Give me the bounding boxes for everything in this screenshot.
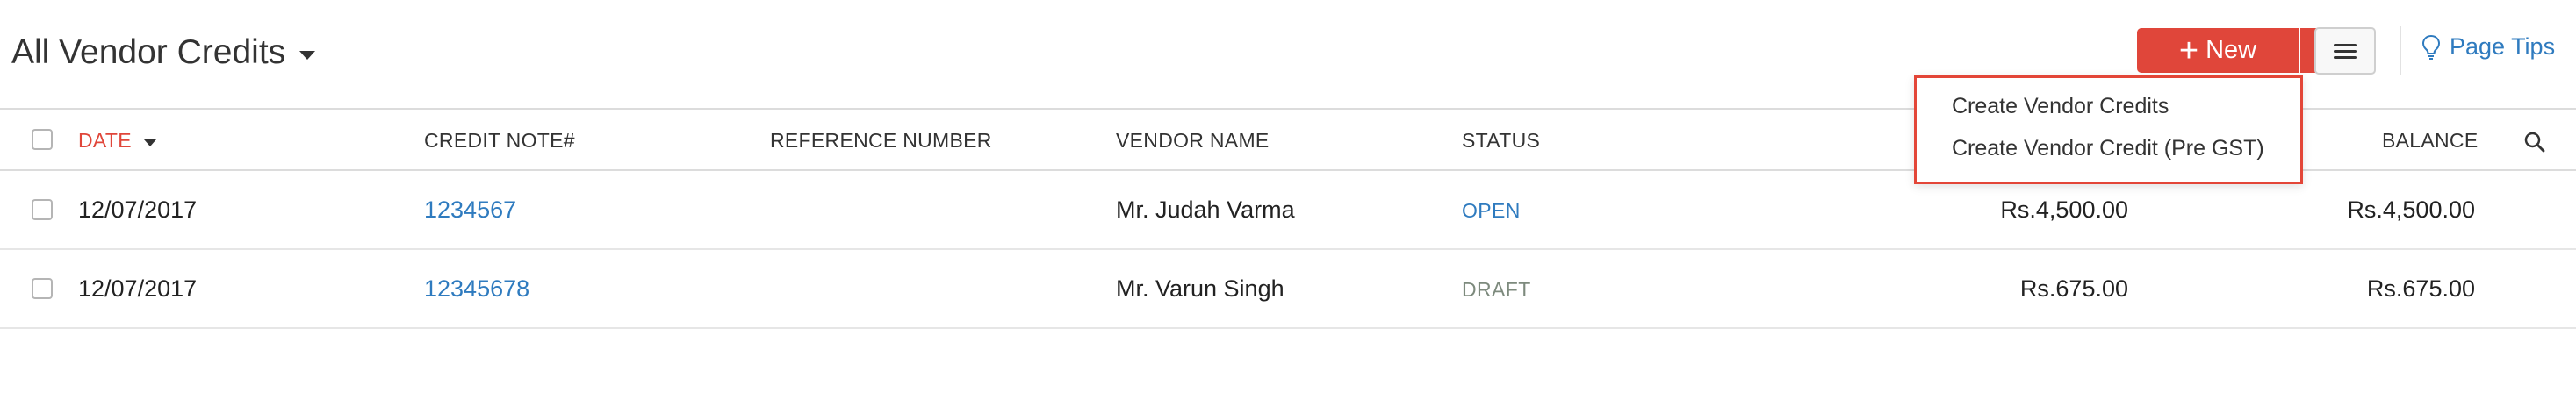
view-title: All Vendor Credits: [11, 33, 286, 71]
search-icon[interactable]: [2523, 131, 2546, 154]
row-vendor-name: Mr. Varun Singh: [1116, 275, 1284, 302]
row-amount: Rs.675.00: [2019, 275, 2128, 302]
column-header-status[interactable]: STATUS: [1462, 129, 1540, 153]
select-all-checkbox[interactable]: [32, 129, 53, 150]
row-credit-note-link[interactable]: 1234567: [424, 196, 516, 224]
view-selector[interactable]: All Vendor Credits: [11, 33, 316, 72]
menu-item-create-vendor-credits[interactable]: Create Vendor Credits: [1952, 94, 2169, 119]
column-label-date: DATE: [78, 129, 132, 152]
more-options-button[interactable]: [2314, 27, 2376, 75]
plus-icon: +: [2178, 32, 2199, 69]
row-balance: Rs.675.00: [2366, 275, 2475, 302]
sort-desc-icon: [143, 139, 156, 146]
row-balance: Rs.4,500.00: [2347, 196, 2475, 223]
menu-item-create-vendor-credit-pre-gst[interactable]: Create Vendor Credit (Pre GST): [1952, 136, 2264, 161]
table-row[interactable]: 12/07/2017 12345678 Mr. Varun Singh DRAF…: [0, 250, 2576, 329]
new-button[interactable]: + New: [2137, 28, 2299, 73]
page-tips-link[interactable]: Page Tips: [2421, 33, 2555, 61]
row-checkbox[interactable]: [32, 199, 53, 220]
new-dropdown-menu: Create Vendor Credits Create Vendor Cred…: [1914, 75, 2303, 184]
column-header-date[interactable]: DATE: [78, 129, 156, 153]
new-button-label: New: [2205, 36, 2257, 64]
row-status-badge: OPEN: [1462, 199, 1521, 222]
row-checkbox[interactable]: [32, 278, 53, 299]
page-tips-label: Page Tips: [2450, 33, 2556, 60]
row-vendor-name: Mr. Judah Varma: [1116, 196, 1295, 223]
caret-down-icon: [299, 51, 316, 60]
column-header-credit-note[interactable]: CREDIT NOTE#: [424, 129, 575, 153]
toolbar-divider: [2400, 26, 2401, 75]
row-status-badge: DRAFT: [1462, 278, 1531, 301]
row-date: 12/07/2017: [78, 196, 198, 223]
row-credit-note-link[interactable]: 12345678: [424, 275, 529, 303]
row-amount: Rs.4,500.00: [2000, 196, 2128, 223]
column-header-balance[interactable]: BALANCE: [2382, 129, 2478, 153]
column-header-vendor-name[interactable]: VENDOR NAME: [1116, 129, 1270, 153]
hamburger-menu-icon: [2334, 44, 2357, 46]
row-date: 12/07/2017: [78, 275, 198, 302]
lightbulb-icon: [2421, 34, 2441, 60]
column-header-reference-number[interactable]: REFERENCE NUMBER: [770, 129, 992, 153]
